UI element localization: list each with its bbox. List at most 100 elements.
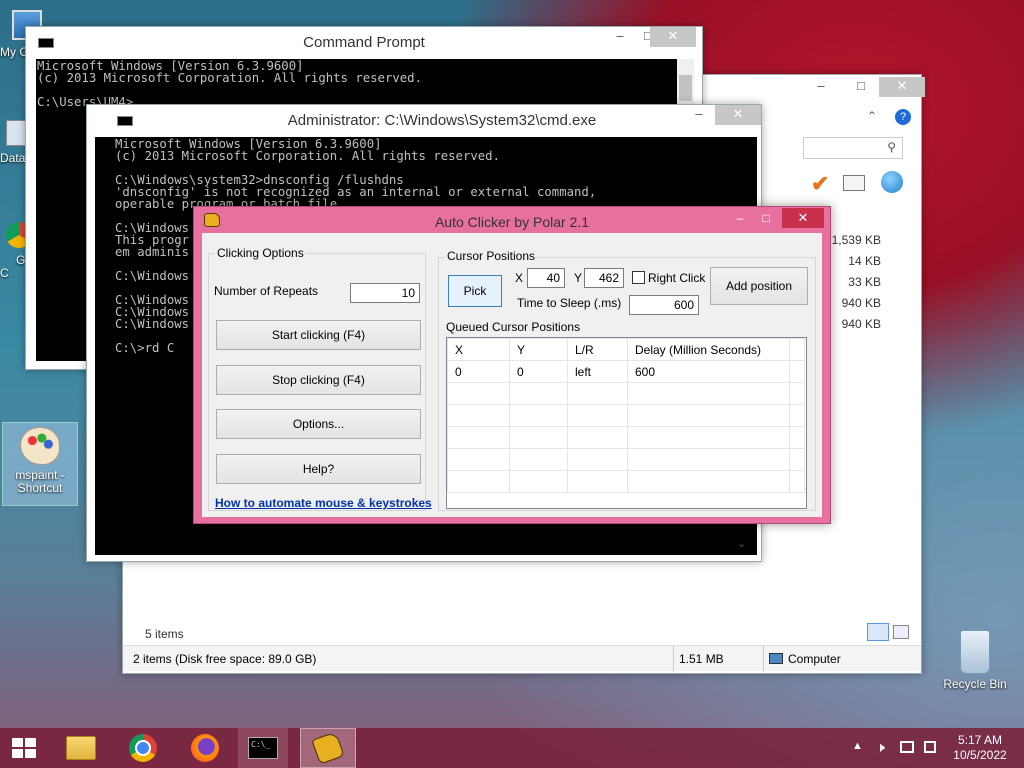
status-size: 1.51 MB — [679, 652, 724, 666]
desktop-icon-label: mspaint - Shortcut — [15, 468, 65, 495]
paint-palette-icon — [20, 427, 60, 465]
window-title: Administrator: C:\Windows\System32\cmd.e… — [287, 112, 597, 129]
globe-icon[interactable] — [881, 171, 903, 193]
start-button[interactable] — [0, 728, 48, 768]
hand-cursor-icon — [311, 731, 345, 765]
table-cell: 600 — [627, 360, 790, 383]
status-divider — [673, 646, 674, 672]
maximize-button[interactable]: □ — [754, 211, 778, 225]
column-header[interactable]: Y — [509, 338, 568, 361]
column-header[interactable]: Delay (Million Seconds) — [627, 338, 790, 361]
table-row — [447, 448, 805, 471]
desktop-icon-recycle-bin[interactable]: Recycle Bin — [940, 630, 1010, 691]
scroll-down-icon[interactable]: ⌄ — [737, 537, 746, 550]
column-header[interactable]: L/R — [567, 338, 628, 361]
file-size: 33 KB — [848, 275, 881, 289]
file-size: 14 KB — [848, 254, 881, 268]
clock[interactable]: 5:17 AM 10/5/2022 — [944, 733, 1016, 763]
y-input[interactable]: 462 — [584, 268, 624, 288]
show-hidden-icons-icon[interactable]: ▲ — [852, 740, 863, 752]
taskbar-command-prompt[interactable]: C:\_ — [238, 728, 288, 768]
scrollbar-thumb[interactable] — [679, 75, 692, 101]
close-button[interactable]: ✕ — [650, 27, 696, 47]
right-click-checkbox[interactable] — [632, 271, 645, 284]
options-button[interactable]: Options... — [216, 409, 421, 439]
close-button[interactable]: ✕ — [715, 105, 761, 125]
auto-clicker-body: Clicking Options Number of Repeats 10 St… — [202, 233, 822, 517]
large-icons-view-button[interactable] — [893, 625, 909, 639]
taskbar: C:\_ ▲ 🕨 5:17 AM 10/5/2022 — [0, 728, 1024, 768]
minimize-button[interactable]: – — [728, 211, 752, 225]
action-center-icon[interactable] — [924, 741, 936, 753]
desktop-icon-label: Recycle Bin — [943, 677, 1007, 691]
table-row[interactable]: 0 0 left 600 — [447, 360, 805, 383]
file-size: 940 KB — [841, 296, 881, 310]
minimize-button[interactable]: – — [807, 77, 835, 97]
status-divider — [763, 646, 764, 672]
clock-date: 10/5/2022 — [953, 748, 1007, 762]
group-label: Clicking Options — [215, 246, 306, 260]
queued-positions-list[interactable]: X Y L/R Delay (Million Seconds) 0 0 left… — [446, 337, 807, 509]
desktop-icon-label: Data — [0, 151, 26, 165]
add-position-button[interactable]: Add position — [710, 267, 808, 305]
firefox-icon — [191, 734, 219, 762]
queued-positions-table: X Y L/R Delay (Million Seconds) 0 0 left… — [447, 338, 805, 493]
right-click-label: Right Click — [648, 271, 706, 285]
help-icon[interactable]: ? — [895, 109, 911, 125]
volume-muted-icon[interactable]: 🕨 — [876, 739, 885, 756]
table-header-row: X Y L/R Delay (Million Seconds) — [447, 338, 805, 361]
automate-link[interactable]: How to automate mouse & keystrokes — [215, 496, 432, 510]
maximize-button[interactable]: □ — [847, 77, 875, 97]
sleep-input[interactable]: 600 — [629, 295, 699, 315]
details-view-button[interactable] — [867, 623, 889, 641]
y-label: Y — [574, 271, 583, 285]
items-count: 5 items — [145, 627, 184, 641]
close-button[interactable]: ✕ — [879, 77, 925, 97]
x-label: X — [515, 271, 524, 285]
status-left: 2 items (Disk free space: 89.0 GB) — [133, 652, 317, 666]
table-row — [447, 426, 805, 449]
help-button[interactable]: Help? — [216, 454, 421, 484]
stop-clicking-button[interactable]: Stop clicking (F4) — [216, 365, 421, 395]
recycle-bin-icon — [960, 630, 990, 674]
console-text: Microsoft Windows [Version 6.3.9600] (c)… — [37, 59, 422, 109]
search-icon: ⚲ — [887, 140, 896, 154]
table-row — [447, 404, 805, 427]
minimize-button[interactable]: – — [606, 27, 634, 47]
taskbar-auto-clicker[interactable] — [300, 728, 356, 768]
repeats-input[interactable]: 10 — [350, 283, 420, 303]
queued-label: Queued Cursor Positions — [446, 320, 581, 334]
properties-icon[interactable] — [843, 175, 865, 191]
file-size: 940 KB — [841, 317, 881, 331]
desktop-icon-label: G C — [0, 253, 26, 280]
status-bar: 2 items (Disk free space: 89.0 GB) 1.51 … — [123, 645, 921, 672]
desktop-icon-label: My C — [0, 45, 28, 59]
taskbar-file-explorer[interactable] — [56, 728, 106, 768]
window-title: Command Prompt — [303, 34, 425, 51]
repeats-label: Number of Repeats — [214, 284, 319, 298]
windows-logo-icon — [12, 738, 36, 758]
column-header[interactable]: X — [447, 338, 510, 361]
folder-icon — [66, 736, 96, 760]
auto-clicker-window: Auto Clicker by Polar 2.1 – □ ✕ Clicking… — [193, 206, 831, 524]
status-location: Computer — [788, 652, 841, 666]
chrome-icon — [129, 734, 157, 762]
minimize-button[interactable]: – — [685, 105, 713, 125]
pick-button[interactable]: Pick — [448, 275, 502, 307]
network-icon[interactable] — [900, 741, 914, 753]
search-box[interactable]: ⚲ — [803, 137, 903, 159]
table-row — [447, 382, 805, 405]
ribbon-collapse-icon[interactable]: ⌃ — [867, 109, 877, 123]
column-header — [789, 338, 805, 361]
clock-time: 5:17 AM — [957, 733, 1003, 747]
desktop-icon-mspaint-shortcut[interactable]: mspaint - Shortcut — [2, 422, 78, 506]
checkmark-icon[interactable]: ✔ — [811, 171, 829, 197]
start-clicking-button[interactable]: Start clicking (F4) — [216, 320, 421, 350]
x-input[interactable]: 40 — [527, 268, 565, 288]
file-size: 1,539 KB — [831, 233, 881, 247]
close-button[interactable]: ✕ — [782, 208, 824, 228]
computer-icon — [769, 653, 783, 664]
taskbar-firefox[interactable] — [180, 728, 230, 768]
sleep-label: Time to Sleep (.ms) — [517, 296, 622, 310]
taskbar-chrome[interactable] — [118, 728, 168, 768]
